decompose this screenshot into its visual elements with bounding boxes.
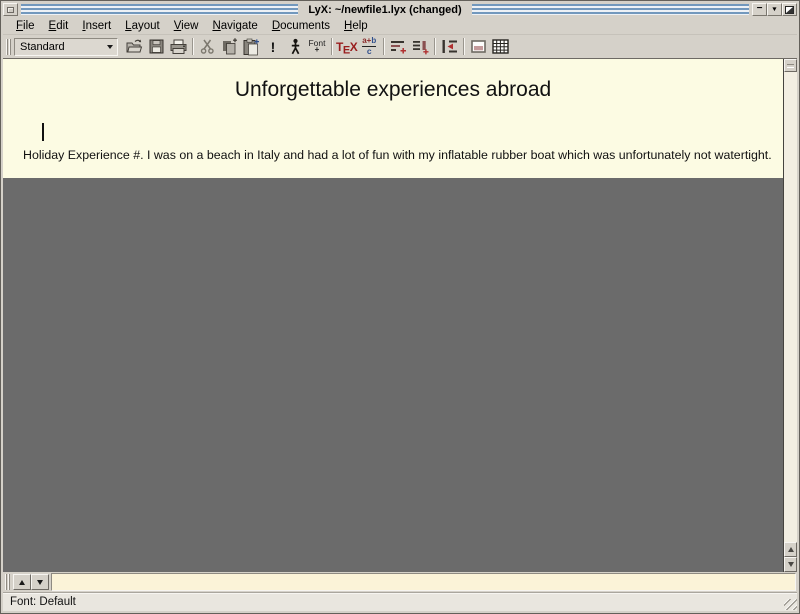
layout-combo-value: Standard — [20, 41, 65, 53]
free-font-button[interactable]: Font + — [306, 37, 328, 57]
window-menu-icon — [7, 7, 14, 13]
toolbar: Standard ! Font — [3, 35, 797, 59]
minimize-button[interactable]: − — [752, 3, 767, 16]
cut-button[interactable] — [196, 37, 218, 57]
scroll-down-button[interactable] — [784, 557, 797, 572]
document-page[interactable]: Unforgettable experiences abroad Holiday… — [3, 59, 783, 178]
save-icon — [148, 38, 165, 55]
status-bar: Font: Default — [3, 592, 797, 611]
insert-table-button[interactable] — [489, 37, 511, 57]
resize-grip[interactable] — [784, 599, 797, 610]
empty-area — [3, 178, 783, 572]
depth-icon — [440, 38, 459, 55]
scroll-up-button[interactable] — [784, 542, 797, 557]
math-mode-button[interactable]: a+b c — [358, 37, 380, 57]
scrollbar-track[interactable] — [784, 72, 797, 542]
maximize-button[interactable] — [782, 3, 797, 16]
insert-figure-button[interactable] — [467, 37, 489, 57]
insert-marginnote-button[interactable] — [409, 37, 431, 57]
titlebar-stripes-left — [21, 4, 298, 15]
toolbar-separator — [383, 38, 384, 55]
copy-icon — [220, 38, 238, 55]
shade-button[interactable]: ▼ — [767, 3, 782, 16]
menu-item-insert[interactable]: Insert — [75, 18, 118, 34]
document-title: Unforgettable experiences abroad — [3, 59, 783, 102]
text-cursor — [42, 123, 44, 141]
scroll-down-icon — [788, 562, 794, 567]
emphasis-button[interactable]: ! — [262, 37, 284, 57]
toolbar-gripper[interactable] — [6, 39, 11, 55]
open-button[interactable] — [123, 37, 145, 57]
history-prev-icon — [19, 580, 25, 585]
combo-arrow-icon — [107, 45, 113, 49]
history-next-button[interactable] — [31, 574, 49, 590]
marginnote-icon — [411, 38, 430, 55]
minibuffer-row — [3, 572, 797, 592]
toolbar-separator — [434, 38, 435, 55]
print-icon — [169, 39, 188, 55]
save-button[interactable] — [145, 37, 167, 57]
toolbar-separator — [463, 38, 464, 55]
insert-footnote-button[interactable] — [387, 37, 409, 57]
menu-item-layout[interactable]: Layout — [118, 18, 167, 34]
maximize-icon — [785, 6, 794, 14]
titlebar[interactable]: LyX: ~/newfile1.lyx (changed) − ▼ — [3, 2, 797, 17]
menu-item-help[interactable]: Help — [337, 18, 375, 34]
copy-button[interactable] — [218, 37, 240, 57]
noun-icon — [289, 38, 302, 55]
titlebar-stripes-right — [472, 4, 749, 15]
menu-item-file[interactable]: File — [9, 18, 42, 34]
lyx-window: LyX: ~/newfile1.lyx (changed) − ▼ FileEd… — [0, 0, 800, 614]
window-title: LyX: ~/newfile1.lyx (changed) — [301, 2, 468, 17]
vertical-scrollbar[interactable] — [783, 59, 797, 572]
math-mode-icon: a+b c — [362, 37, 376, 56]
paste-icon — [242, 38, 260, 56]
footnote-icon — [389, 38, 408, 55]
tex-mode-button[interactable]: TEX — [335, 37, 358, 57]
table-icon — [492, 39, 509, 54]
scroll-up-icon — [788, 547, 794, 552]
window-menu-button[interactable] — [3, 3, 18, 16]
menu-bar: FileEditInsertLayoutViewNavigateDocument… — [3, 17, 797, 35]
cut-icon — [199, 38, 216, 55]
scrollbar-thumb[interactable] — [784, 59, 797, 72]
menu-item-documents[interactable]: Documents — [265, 18, 337, 34]
toolbar-separator — [192, 38, 193, 55]
menu-item-view[interactable]: View — [167, 18, 206, 34]
print-button[interactable] — [167, 37, 189, 57]
history-prev-button[interactable] — [13, 574, 31, 590]
layout-combo[interactable]: Standard — [14, 38, 118, 56]
document-view[interactable]: Unforgettable experiences abroad Holiday… — [3, 59, 783, 572]
document-paragraph: Holiday Experience #. I was on a beach i… — [23, 148, 772, 162]
minibuffer-gripper[interactable] — [5, 574, 10, 590]
figure-icon — [471, 40, 486, 53]
history-next-icon — [37, 580, 43, 585]
emphasis-icon: ! — [271, 39, 276, 55]
menu-item-navigate[interactable]: Navigate — [205, 18, 264, 34]
main-area: Unforgettable experiences abroad Holiday… — [3, 59, 797, 572]
status-text: Font: Default — [10, 596, 76, 608]
minibuffer-input[interactable] — [51, 573, 796, 591]
minimize-icon: − — [757, 6, 763, 11]
paste-button[interactable] — [240, 37, 262, 57]
open-icon — [125, 38, 144, 55]
noun-button[interactable] — [284, 37, 306, 57]
tex-mode-icon: TEX — [336, 40, 357, 54]
menu-item-edit[interactable]: Edit — [42, 18, 76, 34]
shade-icon: ▼ — [771, 6, 778, 12]
font-icon: Font + — [308, 39, 325, 55]
change-depth-button[interactable] — [438, 37, 460, 57]
toolbar-separator — [331, 38, 332, 55]
